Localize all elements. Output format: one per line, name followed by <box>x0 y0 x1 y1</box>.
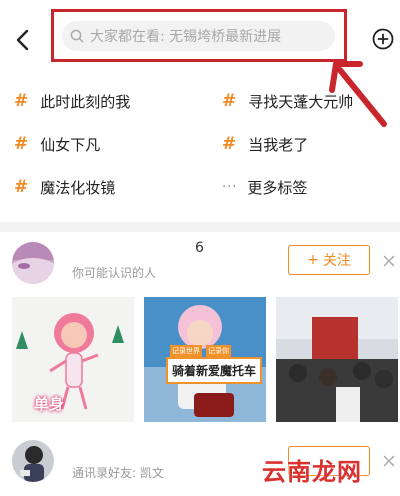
recommended-user: 6 你可能认识的人 + 关注 <box>0 232 400 292</box>
user-subtitle: 通讯录好友: 凯文 <box>72 466 164 480</box>
user-name: 6 <box>195 240 204 256</box>
back-arrow-icon <box>16 29 29 51</box>
search-placeholder: 大家都在看: 无锡垮桥最新进展 <box>90 29 282 45</box>
tag-label: 此时此刻的我 <box>40 92 131 111</box>
search-icon <box>70 29 84 43</box>
sticker-label: 记录你 <box>206 345 231 357</box>
follow-button[interactable]: + 关注 <box>288 245 370 275</box>
follow-label: 关注 <box>322 253 351 269</box>
video-thumbnail[interactable]: 记录世界 记录你 骑着新爱魔托车 <box>144 297 266 422</box>
thumbnail-caption: 骑着新爱魔托车 <box>166 357 263 384</box>
tag-item[interactable]: # 寻找天蓬大元帅 <box>222 86 353 116</box>
tag-item[interactable]: # 此时此刻的我 <box>14 86 130 116</box>
user-subtitle: 你可能认识的人 <box>72 266 157 280</box>
hash-icon: # <box>222 134 237 154</box>
more-tags-link[interactable]: ··· 更多标签 <box>222 172 307 202</box>
close-icon[interactable] <box>382 254 396 268</box>
more-dots-icon: ··· <box>222 179 238 195</box>
tag-item[interactable]: # 魔法化妆镜 <box>14 172 115 202</box>
tag-label: 当我老了 <box>248 135 309 154</box>
thumbnail-caption: 单身 <box>34 395 65 413</box>
tag-label: 寻找天蓬大元帅 <box>248 92 354 111</box>
video-thumbnail[interactable]: 单身 <box>12 297 134 422</box>
watermark: 云南龙网 <box>262 458 362 486</box>
video-thumbnail[interactable] <box>276 297 398 422</box>
plus-icon: + <box>307 252 319 268</box>
search-input[interactable]: 大家都在看: 无锡垮桥最新进展 <box>62 21 335 51</box>
section-divider <box>0 222 400 232</box>
search-highlight-frame: 大家都在看: 无锡垮桥最新进展 <box>51 9 347 62</box>
avatar[interactable] <box>12 242 54 284</box>
tag-item[interactable]: # 仙女下凡 <box>14 129 100 159</box>
tag-item[interactable]: # 当我老了 <box>222 129 308 159</box>
add-circle-icon[interactable] <box>372 28 394 50</box>
hash-icon: # <box>14 134 29 154</box>
close-icon[interactable] <box>382 454 396 468</box>
hash-icon: # <box>14 91 29 111</box>
more-tags-label: 更多标签 <box>247 178 308 197</box>
hash-icon: # <box>14 177 29 197</box>
tag-label: 仙女下凡 <box>40 135 101 154</box>
hash-icon: # <box>222 91 237 111</box>
avatar[interactable] <box>12 440 54 482</box>
back-button[interactable] <box>10 26 34 54</box>
sticker-label: 记录世界 <box>170 345 202 357</box>
top-bar: 大家都在看: 无锡垮桥最新进展 <box>0 0 400 76</box>
tag-label: 魔法化妆镜 <box>40 178 116 197</box>
